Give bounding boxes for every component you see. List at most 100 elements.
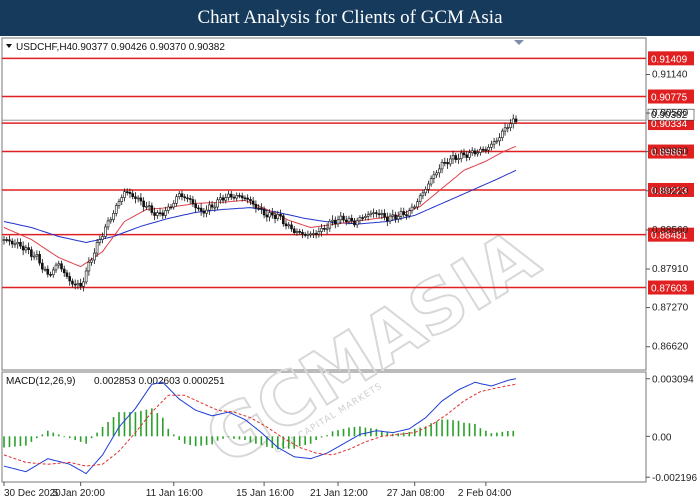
candle-body <box>465 154 469 158</box>
candle-body <box>410 206 414 211</box>
histogram-bar <box>408 431 411 437</box>
histogram-bar <box>320 436 323 438</box>
candle-body <box>407 210 411 217</box>
candle-body <box>21 245 25 251</box>
histogram-bar <box>200 436 202 446</box>
candle-body <box>328 221 332 229</box>
histogram-bar <box>178 436 181 441</box>
candle-body <box>287 224 291 227</box>
candle-body <box>454 155 458 160</box>
candle-body <box>342 215 345 221</box>
candle-body <box>172 203 176 208</box>
histogram-bar <box>287 436 290 449</box>
candle-body <box>62 268 66 274</box>
candle-body <box>136 197 140 200</box>
candle-body <box>114 205 118 214</box>
histogram-bar <box>183 436 186 444</box>
candle-body <box>490 143 493 148</box>
histogram-bar <box>381 431 383 437</box>
candle-body <box>249 199 252 202</box>
candle-body <box>271 212 274 216</box>
histogram-bar <box>485 430 487 437</box>
histogram-bar <box>260 436 263 445</box>
candle-body <box>24 247 28 251</box>
histogram-bar <box>8 436 11 448</box>
candle-body <box>156 212 159 216</box>
candle-body <box>65 272 69 277</box>
candle-body <box>243 197 247 200</box>
chart-area[interactable]: GCMASIA GCM CAPITAL MARKETS USDCHF,H4 0.… <box>0 36 700 500</box>
histogram-bar <box>457 420 460 437</box>
candle-body <box>158 212 162 214</box>
histogram-bar <box>216 436 219 441</box>
histogram-bar <box>309 436 312 444</box>
level-label: 0.91409 <box>651 54 688 65</box>
candle-body <box>416 201 419 208</box>
histogram-bar <box>85 436 87 444</box>
price-tick-label: 0.89210 <box>652 186 689 197</box>
histogram-bar <box>364 427 367 437</box>
candle-body <box>320 228 323 232</box>
candle-body <box>153 212 156 216</box>
candle-body <box>295 231 299 233</box>
candle-body <box>355 220 359 226</box>
candle-body <box>421 192 425 197</box>
histogram-bar <box>375 428 378 437</box>
candle-body <box>509 123 512 128</box>
histogram-bar <box>172 434 175 437</box>
candle-body <box>188 198 192 200</box>
candle-body <box>317 231 321 235</box>
candle-body <box>41 262 44 270</box>
candle-body <box>336 219 340 225</box>
candle-body <box>432 174 436 179</box>
candle-body <box>260 207 263 210</box>
candle-body <box>175 196 178 204</box>
histogram-bar <box>47 430 49 437</box>
candle-body <box>2 239 6 241</box>
candle-body <box>87 261 91 272</box>
macd-axis: 0.003094 0.00 -0.002196 <box>646 375 697 484</box>
histogram-bar <box>227 436 230 438</box>
candle-body <box>16 242 19 245</box>
candle-body <box>147 205 151 208</box>
time-tick-label: 15 Jan 16:00 <box>236 488 294 499</box>
candle-body <box>32 255 36 258</box>
candle-body <box>112 213 115 220</box>
histogram-bar <box>293 436 296 449</box>
candle-body <box>484 149 488 151</box>
histogram-bar <box>419 427 421 437</box>
candle-body <box>383 213 386 218</box>
candle-body <box>429 178 433 185</box>
histogram-bar <box>140 410 142 437</box>
candle-body <box>292 228 296 233</box>
candle-body <box>38 254 41 264</box>
candle-body <box>353 220 356 226</box>
histogram-bar <box>506 430 509 437</box>
candle-body <box>251 200 255 205</box>
price-tick-label: 0.90500 <box>652 108 689 119</box>
histogram-bar <box>479 428 482 437</box>
candle-body <box>202 210 206 214</box>
candle-body <box>98 239 102 243</box>
candle-body <box>145 205 148 208</box>
candle-body <box>418 195 422 202</box>
candle-body <box>391 214 395 217</box>
histogram-bar <box>167 428 170 437</box>
candle-body <box>314 233 318 235</box>
candle-body <box>451 155 455 160</box>
candle-body <box>10 240 14 245</box>
price-tick-label: 0.88560 <box>652 225 689 236</box>
candle-body <box>350 217 354 222</box>
macd-values: 0.002853 0.002603 0.000251 <box>94 376 225 387</box>
candle-body <box>476 152 479 155</box>
price-tick-label: 0.91140 <box>652 70 688 81</box>
histogram-bar <box>337 430 339 437</box>
candle-body <box>199 207 203 212</box>
histogram-bar <box>331 431 334 437</box>
histogram-bar <box>452 420 454 437</box>
candle-body <box>235 195 239 199</box>
candle-body <box>49 274 52 276</box>
price-axis: 0.91140 0.90500 0.89860 0.89210 0.88560 0.879… <box>646 70 689 353</box>
candle-body <box>312 233 315 235</box>
candle-body <box>284 223 288 227</box>
